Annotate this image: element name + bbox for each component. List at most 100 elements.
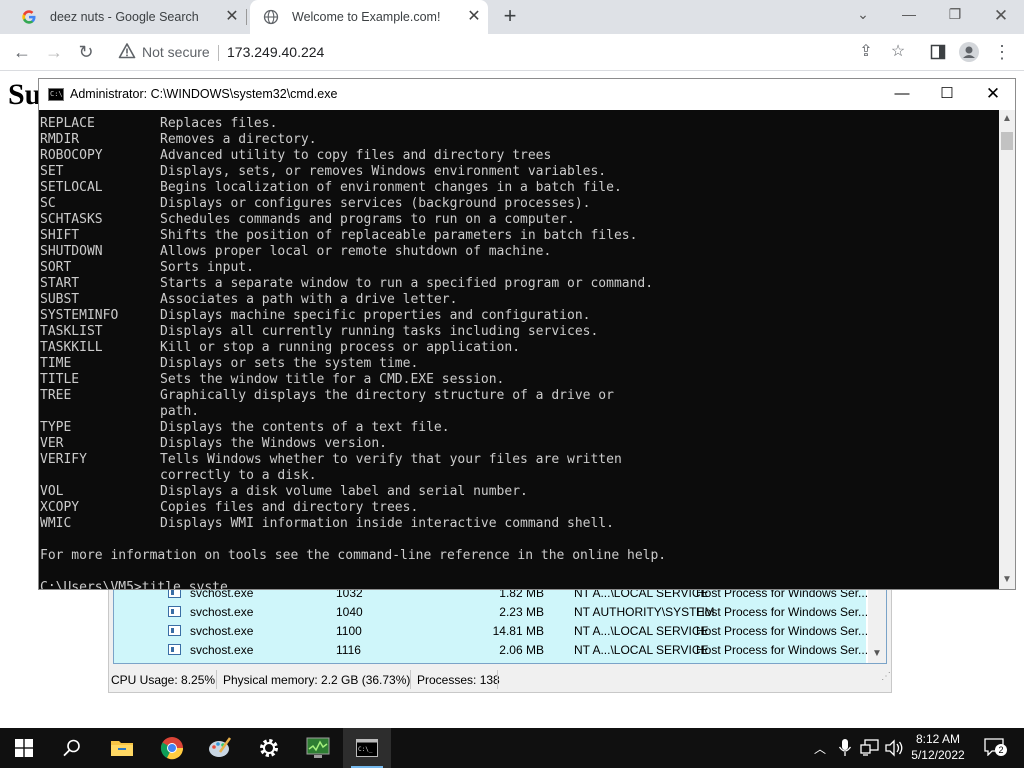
command-name: TITLE <box>40 372 80 387</box>
command-name: TIME <box>40 356 72 371</box>
command-description: Removes a directory. <box>160 132 317 147</box>
windows-taskbar: C:\_ ︿ 8:12 AM 5/12/2022 2 <box>0 728 1024 768</box>
scrollbar-thumb[interactable] <box>1001 132 1013 150</box>
settings-icon <box>260 739 278 757</box>
command-name: WMIC <box>40 516 72 531</box>
scroll-up-icon[interactable]: ▲ <box>1001 112 1013 126</box>
volume-icon[interactable] <box>884 739 904 779</box>
process-pid: 1144 <box>336 662 362 663</box>
command-name: VER <box>40 436 64 451</box>
process-description: Host Process for Windows Ser... <box>696 643 869 657</box>
command-description: path. <box>160 404 200 419</box>
command-description: Displays the Windows version. <box>160 436 387 451</box>
microphone-icon[interactable] <box>838 738 852 778</box>
table-row[interactable]: svchost.exe 1100 14.81 MB NT A...\LOCAL SER… <box>114 621 868 640</box>
command-name: RMDIR <box>40 132 80 147</box>
settings-button[interactable] <box>245 728 293 768</box>
cmd-taskbar-button[interactable]: C:\_ <box>343 728 391 768</box>
command-description: Displays machine specific properties and… <box>160 308 591 323</box>
resize-grip-icon[interactable]: ⋰ <box>881 671 891 682</box>
scroll-down-icon[interactable]: ▼ <box>872 648 882 659</box>
tab-title: deez nuts - Google Search <box>50 10 199 24</box>
console-output[interactable]: REPLACE Replaces files. RMDIR Removes a dir… <box>39 110 999 589</box>
clock-date: 5/12/2022 <box>911 748 965 762</box>
bookmark-star-icon[interactable]: ☆ <box>888 42 908 62</box>
table-row[interactable]: svchost.exe 1040 2.23 MB NT AUTHORITY\SYSTE… <box>114 602 868 621</box>
close-tab-icon[interactable]: ✕ <box>224 9 240 25</box>
process-pid: 1116 <box>336 643 361 657</box>
file-explorer-button[interactable] <box>98 728 146 768</box>
paint-icon <box>209 737 232 757</box>
process-app-icon <box>168 663 181 664</box>
network-icon[interactable] <box>860 739 880 779</box>
command-description: Displays or configures services (backgro… <box>160 196 591 211</box>
scroll-down-icon[interactable]: ▼ <box>1001 573 1013 587</box>
command-description: Tells Windows whether to verify that you… <box>160 452 622 467</box>
profile-avatar-icon[interactable] <box>959 42 979 62</box>
command-description: Advanced utility to copy files and direc… <box>160 148 552 163</box>
close-window-button[interactable]: ✕ <box>987 6 1015 26</box>
show-hidden-icons-chevron-icon[interactable]: ︿ <box>814 740 832 780</box>
command-description: Displays the contents of a text file. <box>160 420 450 435</box>
new-tab-button[interactable]: + <box>500 5 520 28</box>
notification-center-button[interactable]: 2 <box>984 738 1007 756</box>
process-app-icon <box>168 644 181 655</box>
back-arrow-icon[interactable]: ← <box>12 42 32 62</box>
globe-icon <box>263 9 279 25</box>
process-list[interactable]: svchost.exe 1032 1.82 MB NT A...\LOCAL SERV… <box>113 587 887 664</box>
tab-search-chevron-down-icon[interactable]: ⌄ <box>849 6 877 26</box>
command-name: SCHTASKS <box>40 212 103 227</box>
command-name: SHUTDOWN <box>40 244 103 259</box>
address-bar[interactable]: Not secure 173.249.40.224 <box>108 39 908 65</box>
minimize-window-button[interactable]: — <box>895 6 923 26</box>
cmd-maximize-button[interactable]: ☐ <box>932 84 962 104</box>
table-row[interactable]: svchost.exe 1116 2.06 MB NT A...\LOCAL SERV… <box>114 640 869 659</box>
security-status-label[interactable]: Not secure <box>142 44 210 60</box>
tab-title: Welcome to Example.com! <box>292 10 441 24</box>
command-name: SET <box>40 164 64 179</box>
command-name: VOL <box>40 484 64 499</box>
reload-icon[interactable]: ↻ <box>76 42 96 62</box>
page-heading: Su <box>8 78 42 111</box>
chrome-button[interactable] <box>148 728 196 768</box>
google-g-icon <box>22 10 36 24</box>
command-name: SETLOCAL <box>40 180 103 195</box>
command-name: TYPE <box>40 420 72 435</box>
more-menu-icon[interactable]: ⋮ <box>992 42 1012 62</box>
process-list-scrollbar[interactable]: ▼ <box>868 588 886 663</box>
process-user: NT A...\LOCAL SERVICE <box>574 643 709 657</box>
search-button[interactable] <box>48 728 96 768</box>
task-manager-button[interactable] <box>294 728 342 768</box>
command-prompt-line[interactable]: C:\Users\VM5>title syste <box>40 580 228 589</box>
table-row[interactable]: svchost.exe11443.34 MBNT A...\NETWORK SE… <box>114 659 868 664</box>
command-description: Begins localization of environment chang… <box>160 180 622 195</box>
command-name: TASKLIST <box>40 324 103 339</box>
help-text-line: For more information on tools see the co… <box>40 548 667 563</box>
cmd-minimize-button[interactable]: — <box>887 84 917 104</box>
share-icon[interactable]: ⇪ <box>856 42 876 62</box>
warning-triangle-icon[interactable] <box>118 42 136 60</box>
process-name: svchost.exe <box>190 624 254 638</box>
command-description: Sorts input. <box>160 260 254 275</box>
cmd-title-bar[interactable]: C:\ Administrator: C:\WINDOWS\system32\c… <box>39 79 1015 110</box>
tab-example[interactable]: Welcome to Example.com! ✕ <box>250 0 488 34</box>
command-name: ROBOCOPY <box>40 148 103 163</box>
restore-window-button[interactable]: ❐ <box>941 6 969 26</box>
system-clock[interactable]: 8:12 AM 5/12/2022 <box>906 731 970 763</box>
paint-button[interactable] <box>196 728 244 768</box>
command-name: SUBST <box>40 292 80 307</box>
task-manager-icon <box>306 737 330 758</box>
side-panel-icon[interactable] <box>928 42 948 62</box>
command-description: Displays all currently running tasks inc… <box>160 324 599 339</box>
console-scrollbar[interactable]: ▲ ▼ <box>999 110 1015 589</box>
command-name: VERIFY <box>40 452 87 467</box>
url-text[interactable]: 173.249.40.224 <box>227 44 324 60</box>
close-tab-icon[interactable]: ✕ <box>466 9 482 25</box>
start-button[interactable] <box>0 728 48 768</box>
cmd-close-button[interactable]: ✕ <box>978 84 1008 104</box>
process-pid: 1040 <box>336 605 363 619</box>
forward-arrow-icon[interactable]: → <box>44 42 64 62</box>
command-description: Sets the window title for a CMD.EXE sess… <box>160 372 505 387</box>
tab-google-search[interactable]: deez nuts - Google Search ✕ <box>8 0 247 34</box>
command-description: Copies files and directory trees. <box>160 500 419 515</box>
